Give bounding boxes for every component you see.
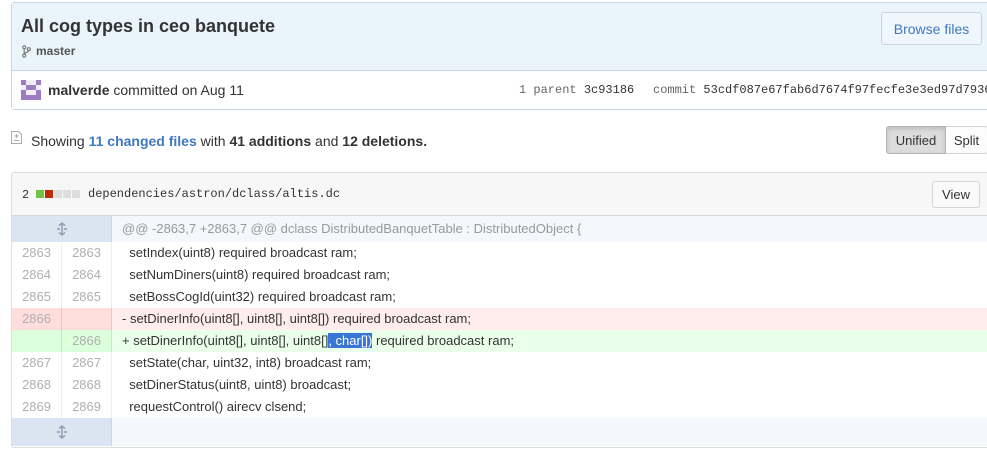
diff-summary-bar: Showing 11 changed files with 41 additio… [11, 126, 987, 156]
old-line-number[interactable]: 2866 [12, 308, 62, 330]
author-name[interactable]: malverde [48, 82, 109, 98]
commit-meta: malverde committed on Aug 11 1 parent 3c… [12, 71, 987, 109]
diff-view-toggle: Unified Split [886, 126, 987, 154]
file-header: 2 dependencies/astron/dclass/altis.dc Vi… [12, 173, 987, 216]
file-diff-icon [11, 131, 22, 144]
unified-view-button[interactable]: Unified [886, 126, 946, 154]
diffstat-block-neutral [63, 190, 71, 198]
diff-line-context: 2868 2868 setDinerStatus(uint8, uint8) br… [12, 374, 987, 396]
commit-header: All cog types in ceo banquete master Bro… [11, 2, 987, 110]
new-line-number[interactable]: 2863 [62, 242, 112, 264]
diffstat-block-neutral [72, 190, 80, 198]
code-text: required broadcast ram; [372, 333, 515, 348]
parent-label: 1 parent [519, 83, 577, 97]
old-line-number[interactable]: 2864 [12, 264, 62, 286]
with-label: with [200, 133, 226, 149]
new-line-number[interactable]: 2867 [62, 352, 112, 374]
diff-summary-text: Showing 11 changed files with 41 additio… [31, 133, 427, 149]
new-line-number[interactable] [62, 308, 112, 330]
unfold-icon [56, 222, 67, 236]
and-label: and [315, 133, 339, 149]
code-line: setState(char, uint32, int8) broadcast r… [122, 355, 372, 370]
branch-icon [22, 44, 31, 58]
diffstat-blocks [36, 190, 80, 198]
code-text: + setDinerInfo(uint8[], uint8[], uint8[] [122, 333, 329, 348]
commit-info: commit 53cdf087e67fab6d7674f97fecfe3e3ed… [653, 83, 987, 97]
diff-line-context: 2863 2863 setIndex(uint8) required broadc… [12, 242, 987, 264]
code-line: setIndex(uint8) required broadcast ram; [122, 245, 357, 260]
new-line-number[interactable]: 2866 [62, 330, 112, 352]
diffstat-block-neutral [54, 190, 62, 198]
code-line: - setDinerInfo(uint8[], uint8[], uint8[]… [122, 311, 472, 326]
old-line-number[interactable]: 2868 [12, 374, 62, 396]
deletions-count: 12 deletions. [342, 133, 428, 149]
showing-label: Showing [31, 133, 85, 149]
hunk-header-row: @@ -2863,7 +2863,7 @@ dclass Distributed… [12, 216, 987, 242]
split-view-button[interactable]: Split [946, 126, 987, 154]
code-line: + setDinerInfo(uint8[], uint8[], uint8[]… [112, 330, 987, 352]
parent-info: 1 parent 3c93186 [519, 83, 634, 97]
selected-text: , char[]) [328, 333, 373, 348]
code-line: setNumDiners(uint8) required broadcast r… [122, 267, 391, 282]
code-line: setDinerStatus(uint8, uint8) broadcast; [122, 377, 352, 392]
old-line-number[interactable]: 2863 [12, 242, 62, 264]
author-line: malverde committed on Aug 11 [48, 82, 244, 98]
new-line-number[interactable]: 2869 [62, 396, 112, 418]
code-line: requestControl() airecv clsend; [122, 399, 307, 414]
diff-line-context: 2864 2864 setNumDiners(uint8) required br… [12, 264, 987, 286]
diff-line-deleted: 2866 - setDinerInfo(uint8[], uint8[], uin… [12, 308, 987, 330]
old-line-number[interactable]: 2867 [12, 352, 62, 374]
code-line: setBossCogId(uint32) required broadcast … [122, 289, 396, 304]
new-line-number[interactable]: 2865 [62, 286, 112, 308]
committed-date: committed on Aug 11 [113, 82, 244, 98]
branch-name[interactable]: master [36, 44, 75, 58]
expand-up-button[interactable] [12, 216, 112, 242]
diff-line-context: 2865 2865 setBossCogId(uint32) required b… [12, 286, 987, 308]
additions-count: 41 additions [229, 133, 312, 149]
browse-files-button[interactable]: Browse files [881, 12, 982, 45]
diffstat-block-del [45, 190, 53, 198]
changed-files-link[interactable]: 11 changed files [89, 133, 197, 149]
unfold-icon [56, 425, 67, 439]
diff-line-context: 2867 2867 setState(char, uint32, int8) br… [12, 352, 987, 374]
old-line-number[interactable] [12, 330, 62, 352]
hunk-header: @@ -2863,7 +2863,7 @@ dclass Distributed… [122, 221, 582, 236]
diffstat-block-add [36, 190, 44, 198]
diff-line-added: 2866 + setDinerInfo(uint8[], uint8[], uin… [12, 330, 987, 352]
file-path[interactable]: dependencies/astron/dclass/altis.dc [88, 187, 340, 201]
commit-title-area: All cog types in ceo banquete master Bro… [12, 3, 987, 71]
view-file-button[interactable]: View [932, 181, 980, 208]
diff-line-context: 2869 2869 requestControl() airecv clsend; [12, 396, 987, 418]
old-line-number[interactable]: 2865 [12, 286, 62, 308]
new-line-number[interactable]: 2864 [62, 264, 112, 286]
commit-label: commit [653, 83, 697, 97]
file-diff: 2 dependencies/astron/dclass/altis.dc Vi… [11, 172, 987, 448]
bottom-expand-filler [112, 418, 987, 446]
bottom-expand-row [12, 418, 987, 446]
avatar[interactable] [21, 80, 41, 100]
expand-down-button[interactable] [12, 418, 112, 446]
diff-lines: 2863 2863 setIndex(uint8) required broadc… [12, 242, 987, 418]
commit-sha: 53cdf087e67fab6d7674f97fecfe3e3ed97d7936 [703, 83, 987, 97]
commit-title: All cog types in ceo banquete [21, 16, 276, 36]
new-line-number[interactable]: 2868 [62, 374, 112, 396]
old-line-number[interactable]: 2869 [12, 396, 62, 418]
diffstat-count: 2 [22, 188, 30, 202]
branch-indicator: master [21, 44, 75, 58]
parent-sha-link[interactable]: 3c93186 [584, 83, 634, 97]
